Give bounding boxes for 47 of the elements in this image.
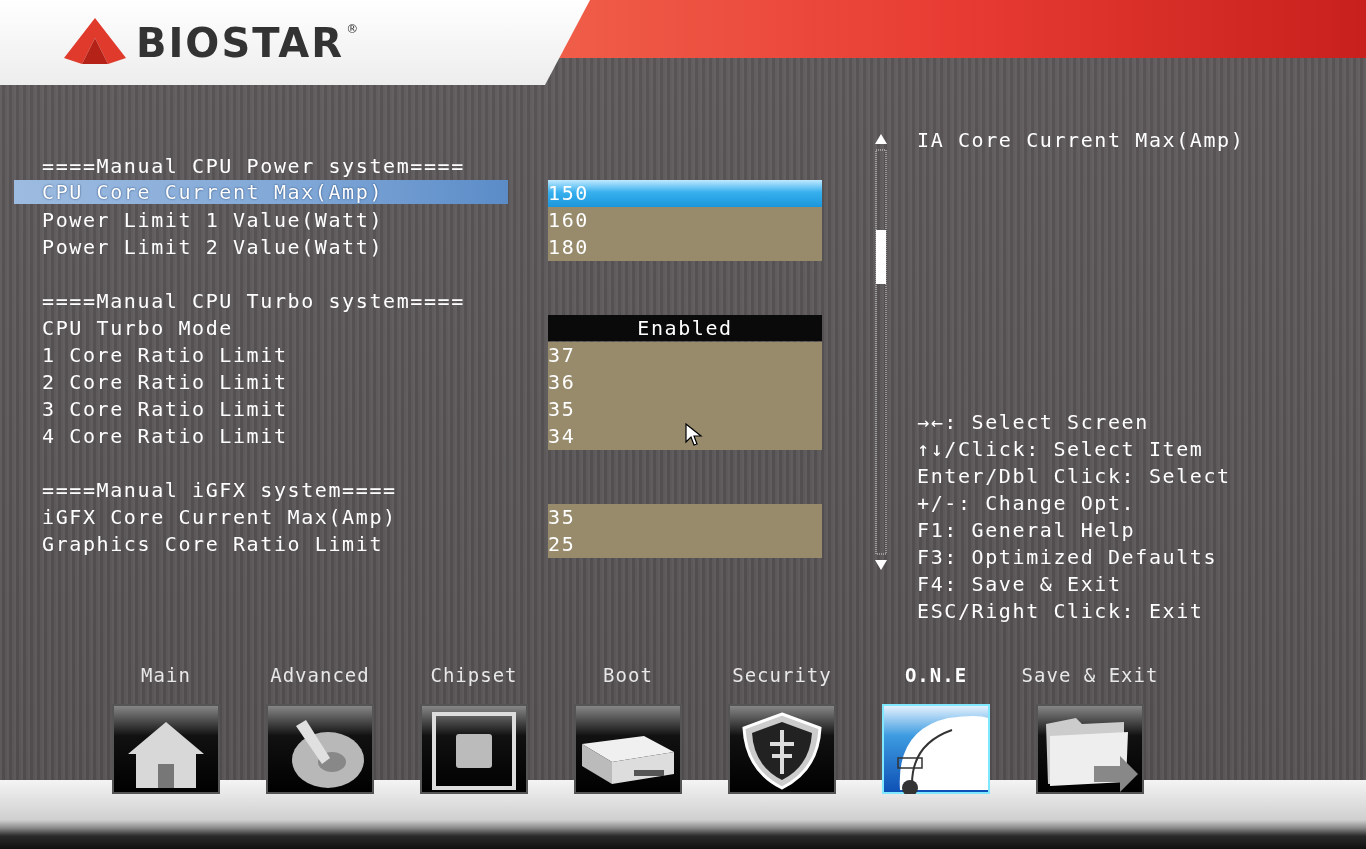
menu-tab[interactable]: Advanced bbox=[243, 662, 397, 794]
brand-name: BIOSTAR bbox=[136, 19, 345, 66]
key-hint: F3: Optimized Defaults bbox=[917, 544, 1219, 571]
value-field[interactable]: 25 bbox=[548, 531, 822, 558]
setting-label[interactable]: 1 Core Ratio Limit bbox=[14, 342, 508, 369]
setting-label[interactable]: iGFX Core Current Max(Amp) bbox=[14, 504, 508, 531]
value-field[interactable]: 36 bbox=[548, 369, 822, 396]
trademark-mark: ® bbox=[346, 22, 359, 36]
drive-stack-icon bbox=[574, 704, 682, 794]
setting-label[interactable]: 3 Core Ratio Limit bbox=[14, 396, 508, 423]
key-hint: F4: Save & Exit bbox=[917, 571, 1123, 598]
value-field[interactable]: 160 bbox=[548, 207, 822, 234]
setting-label[interactable]: 4 Core Ratio Limit bbox=[14, 423, 508, 450]
house-icon bbox=[112, 704, 220, 794]
menu-tab[interactable]: O.N.E bbox=[859, 662, 1013, 794]
setting-label[interactable]: Graphics Core Ratio Limit bbox=[14, 531, 508, 558]
scrollbar[interactable] bbox=[873, 132, 889, 572]
key-hint: ESC/Right Click: Exit bbox=[917, 598, 1205, 625]
menu-tab[interactable]: Boot bbox=[551, 662, 705, 794]
chip-icon bbox=[420, 704, 528, 794]
value-field[interactable]: 35 bbox=[548, 396, 822, 423]
help-title: IA Core Current Max(Amp) bbox=[917, 127, 1245, 154]
value-field[interactable]: 37 bbox=[548, 342, 822, 369]
menu-tab[interactable]: Main bbox=[89, 662, 243, 794]
setting-label[interactable]: CPU Turbo Mode bbox=[14, 315, 508, 342]
menu-tab[interactable]: Chipset bbox=[397, 662, 551, 794]
key-hint: +/-: Change Opt. bbox=[917, 490, 1137, 517]
setting-label[interactable]: Power Limit 2 Value(Watt) bbox=[14, 234, 508, 261]
setting-label[interactable]: 2 Core Ratio Limit bbox=[14, 369, 508, 396]
shield-icon bbox=[728, 704, 836, 794]
section-heading: ====Manual CPU Power system==== bbox=[41, 153, 466, 180]
section-heading: ====Manual iGFX system==== bbox=[41, 477, 398, 504]
value-field[interactable]: 35 bbox=[548, 504, 822, 531]
key-hint: →←: Select Screen bbox=[917, 409, 1150, 436]
pointer-cursor-icon bbox=[685, 423, 703, 447]
menu-tab[interactable]: Save & Exit bbox=[1013, 662, 1167, 794]
speedometer-icon bbox=[882, 704, 990, 794]
value-field[interactable]: 34 bbox=[548, 423, 822, 450]
logo-icon bbox=[64, 17, 126, 64]
key-hint: ↑↓/Click: Select Item bbox=[917, 436, 1205, 463]
menu-tab[interactable]: Security bbox=[705, 662, 859, 794]
section-heading: ====Manual CPU Turbo system==== bbox=[41, 288, 466, 315]
value-field[interactable]: 180 bbox=[548, 234, 822, 261]
option-field[interactable]: Enabled bbox=[548, 315, 822, 341]
key-hint: F1: General Help bbox=[917, 517, 1137, 544]
setting-label[interactable]: Power Limit 1 Value(Watt) bbox=[14, 207, 508, 234]
key-hint: Enter/Dbl Click: Select bbox=[917, 463, 1232, 490]
